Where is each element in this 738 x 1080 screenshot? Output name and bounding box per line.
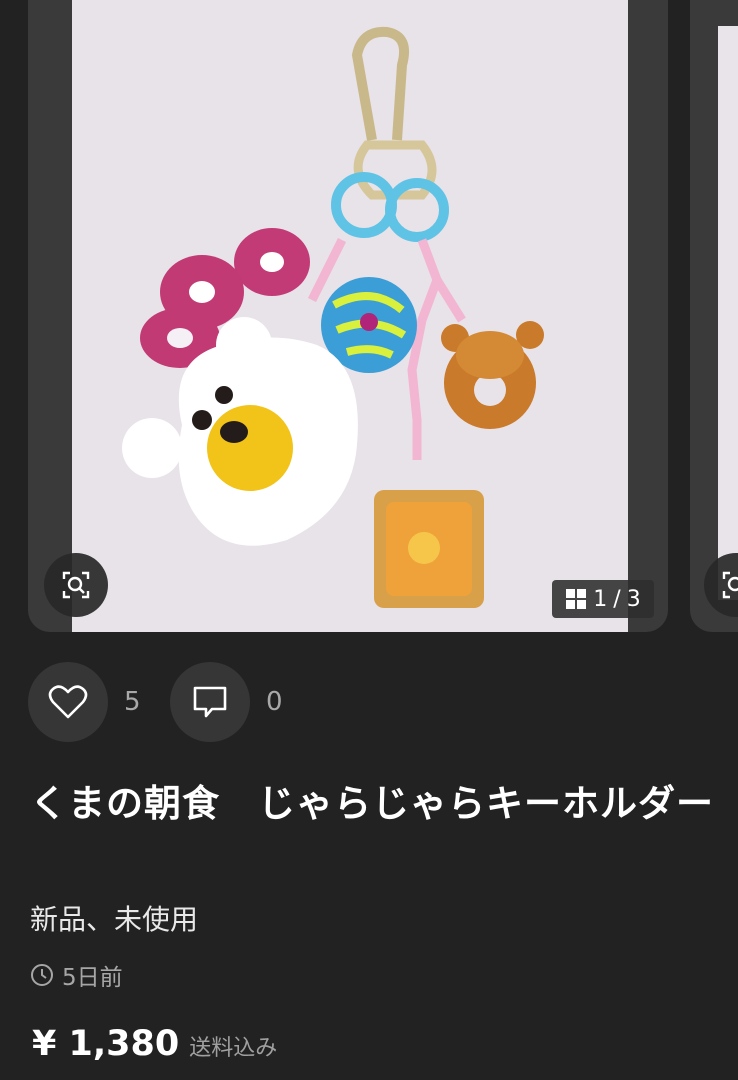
- image-gallery[interactable]: 1 / 3: [0, 0, 738, 640]
- product-photo[interactable]: [72, 0, 628, 632]
- image-counter[interactable]: 1 / 3: [552, 580, 654, 618]
- zoom-button[interactable]: [44, 553, 108, 617]
- page-separator: /: [613, 586, 621, 612]
- shipping-note: 送料込み: [189, 1036, 278, 1061]
- photo-card[interactable]: 1 / 3: [28, 0, 668, 632]
- posted-time: 5日前: [30, 958, 123, 992]
- next-zoom-button[interactable]: [704, 553, 738, 617]
- comments-count: 0: [266, 687, 283, 717]
- grid-icon: [566, 589, 587, 609]
- comment-button[interactable]: [170, 662, 250, 742]
- likes-count: 5: [124, 687, 141, 717]
- current-page: 1: [593, 586, 608, 612]
- clock-icon: [31, 964, 53, 986]
- price: ¥ 1,380: [32, 1024, 180, 1064]
- posted-time-label: 5日前: [62, 965, 123, 991]
- comment-icon: [193, 686, 227, 718]
- like-button[interactable]: [28, 662, 108, 742]
- zoom-icon: [722, 571, 738, 599]
- next-photo-card[interactable]: [690, 0, 738, 632]
- zoom-icon: [62, 571, 90, 599]
- next-photo: [718, 26, 738, 600]
- engagement-bar: 5 0: [28, 662, 312, 742]
- item-condition: 新品、未使用: [30, 903, 199, 936]
- item-title: くまの朝食 じゃらじゃらキーホルダー: [30, 782, 714, 825]
- price-row: ¥ 1,380 送料込み: [32, 1024, 277, 1064]
- heart-icon: [48, 685, 88, 719]
- total-pages: 3: [626, 586, 641, 612]
